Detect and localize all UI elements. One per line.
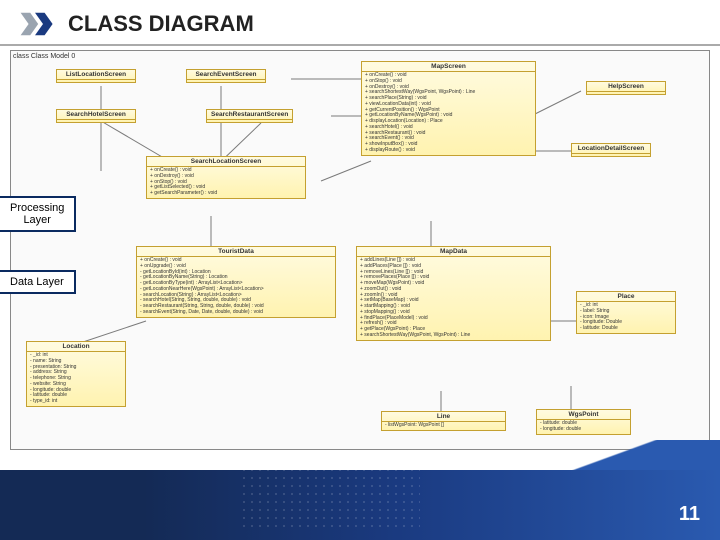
class-touristdata: TouristData + onCreate() : void+ onUpgra… — [136, 246, 336, 318]
class-helpscreen: HelpScreen — [586, 81, 666, 95]
class-line: Line - listWgsPoint: WgsPoint [] — [381, 411, 506, 431]
class-location: Location - _id: int- name: String - pres… — [26, 341, 126, 407]
class-mapdata: MapData + addLines(Line []) : void+ addP… — [356, 246, 551, 341]
class-searchhotelscreen: SearchHotelScreen — [56, 109, 136, 123]
slide-footer: 11 — [0, 470, 720, 540]
footer-dot-grid — [240, 450, 420, 530]
class-mapscreen: MapScreen + onCreate() : void+ onStop() … — [361, 61, 536, 156]
class-mapscreen-methods: + onCreate() : void+ onStop() : void + o… — [362, 72, 535, 155]
chevron-logo-icon — [18, 8, 60, 40]
class-searchrestaurantscreen: SearchRestaurantScreen — [206, 109, 293, 123]
class-searchlocationscreen: SearchLocationScreen + onCreate() : void… — [146, 156, 306, 199]
callout-data-layer: Data Layer — [0, 270, 76, 294]
callout-processing-layer: Processing Layer — [0, 196, 76, 232]
uml-canvas: class Class Model 0 ListLocationScreen S… — [10, 50, 710, 450]
slide-header: CLASS DIAGRAM — [0, 0, 720, 46]
slide-title: CLASS DIAGRAM — [68, 11, 254, 37]
class-searcheventscreen: SearchEventScreen — [186, 69, 266, 83]
class-place: Place - _id: int- label: String - icon: … — [576, 291, 676, 334]
class-locationdetailscreen: LocationDetailScreen — [571, 143, 651, 157]
page-number: 11 — [679, 503, 700, 526]
class-wgspoint: WgsPoint - latitude: double- longitude: … — [536, 409, 631, 435]
class-listlocationscreen: ListLocationScreen — [56, 69, 136, 83]
